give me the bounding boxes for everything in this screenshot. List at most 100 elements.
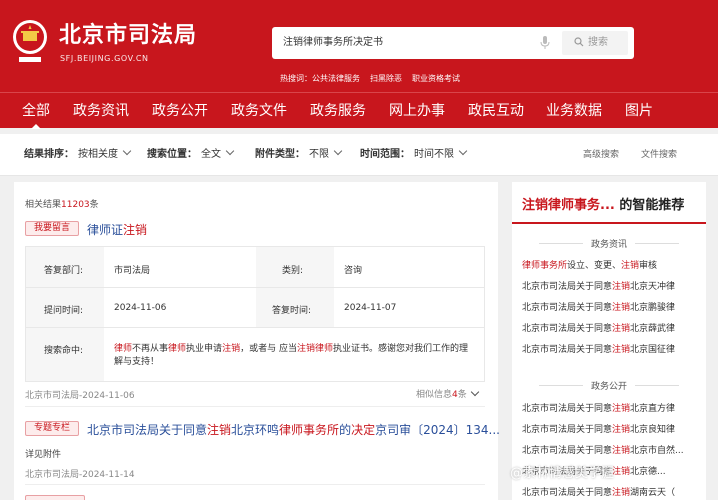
hit-part: 不再从事 <box>132 344 169 354</box>
title-highlight: 注销 <box>123 223 148 237</box>
results-panel: 相关结果11203条 我要留言 律师证注销 答复部门: 市司法局 类别: 咨询 … <box>14 182 500 500</box>
hit-label: 搜索命中: <box>44 346 84 356</box>
sort-filter[interactable]: 结果排序： 按相关度 <box>24 134 132 176</box>
tab-all[interactable]: 全部 <box>22 93 50 129</box>
item-part: 律师事务所 <box>522 261 568 271</box>
detail-table: 答复部门: 市司法局 类别: 咨询 提问时间: 2024-11-06 答复时间:… <box>25 246 485 382</box>
title-part: 北京市司法局关于同意 <box>87 423 208 437</box>
recommend-item[interactable]: 北京市司法局关于同意注销北京市自然... <box>522 443 698 456</box>
tab-interaction[interactable]: 政民互动 <box>468 93 524 129</box>
item-part: 北京薛武律 <box>630 324 676 334</box>
sort-value: 按相关度 <box>78 149 118 160</box>
filter-bar: 结果排序： 按相关度 搜索位置： 全文 附件类型： 不限 时间范围： 时间不限 高级搜索… <box>0 134 718 176</box>
item-part: 注销 <box>621 261 640 271</box>
tab-images[interactable]: 图片 <box>625 93 653 129</box>
advanced-search-link[interactable]: 高级搜索 <box>583 134 619 176</box>
type-value: 不限 <box>309 149 329 160</box>
item-part: 注销 <box>612 324 631 334</box>
position-label: 搜索位置： <box>147 149 197 160</box>
title-highlight: 注销 <box>207 423 232 437</box>
recommend-item[interactable]: 北京市司法局关于同意注销北京良知律 <box>522 422 698 435</box>
recommend-item[interactable]: 北京市司法局关于同意注销北京直方律 <box>522 401 698 414</box>
tab-data[interactable]: 业务数据 <box>546 93 602 129</box>
item-part: 北京市司法局关于同意 <box>522 324 613 334</box>
item-part: 北京直方律 <box>630 404 676 414</box>
hot-label: 热搜词： <box>280 74 312 83</box>
title-highlight: 决定 <box>351 423 376 437</box>
reply-time-label: 答复时间: <box>272 306 312 316</box>
search-button[interactable]: 搜索 <box>562 31 628 55</box>
file-search-link[interactable]: 文件搜索 <box>641 134 677 176</box>
result-title[interactable]: 北京市司法局关于同意注销北京环鸣律师事务所的决定京司审〔2024〕134... <box>87 421 500 438</box>
search-icon <box>574 37 584 47</box>
tab-services[interactable]: 政务服务 <box>310 93 366 129</box>
position-value: 全文 <box>201 149 221 160</box>
tab-online[interactable]: 网上办事 <box>389 93 445 129</box>
recommend-item[interactable]: 北京市司法局关于同意注销北京国征律 <box>522 342 698 355</box>
hot-search: 热搜词：公共法律服务 扫黑除恶 职业资格考试 <box>280 73 470 84</box>
item-part: 北京市司法局关于同意 <box>522 425 613 435</box>
divider <box>512 222 706 224</box>
hit-part: 注销 <box>222 344 241 354</box>
sidebar-title: 注销律师事务... 的智能推荐 <box>522 194 684 213</box>
reply-time-value: 2024-11-07 <box>344 303 397 313</box>
time-filter[interactable]: 时间范围： 时间不限 <box>360 134 468 176</box>
recommend-item[interactable]: 北京市司法局关于同意注销北京鹏骏律 <box>522 300 698 313</box>
tab-news[interactable]: 政务资讯 <box>73 93 129 129</box>
emblem-icon[interactable] <box>10 19 50 63</box>
result-title[interactable]: 律师证注销 <box>87 221 147 238</box>
search-button-label: 搜索 <box>588 37 608 48</box>
title-part: 京司审〔2024〕134... <box>375 423 500 437</box>
related-info-toggle[interactable]: 相似信息4条 <box>416 387 480 400</box>
site-title[interactable]: 北京市司法局 <box>59 22 197 50</box>
hot-word[interactable]: 扫黑除恶 <box>370 74 402 83</box>
item-part: 注销 <box>612 488 631 498</box>
search-input[interactable]: 注销律师事务所决定书 <box>283 27 383 59</box>
item-part: 注销 <box>612 446 631 456</box>
category-tag[interactable] <box>25 495 85 500</box>
ask-time-label: 提问时间: <box>44 306 84 316</box>
count-prefix: 相关结果 <box>25 200 62 210</box>
hit-content: 律师不再从事律师执业申请注销，或者与 应当注销律师执业证书。感谢您对我们工作的理… <box>114 343 476 369</box>
item-part: 北京市自然... <box>630 446 684 456</box>
tab-disclosure[interactable]: 政务公开 <box>152 93 208 129</box>
count-number: 11203 <box>61 200 90 210</box>
chevron-down-icon <box>470 387 480 397</box>
category-tag[interactable]: 专题专栏 <box>25 421 80 436</box>
item-part: 注销 <box>612 467 631 477</box>
microphone-icon[interactable] <box>540 36 550 50</box>
item-part: 设立、变更、 <box>567 261 622 271</box>
category-nav: 全部 政务资讯 政务公开 政务文件 政务服务 网上办事 政民互动 业务数据 图片 <box>0 92 718 129</box>
category-tag[interactable]: 我要留言 <box>25 221 80 236</box>
item-part: 注销 <box>612 303 631 313</box>
recommend-item[interactable]: 北京市司法局关于同意注销北京天冲律 <box>522 279 698 292</box>
item-part: 北京国征律 <box>630 345 676 355</box>
tab-documents[interactable]: 政务文件 <box>231 93 287 129</box>
position-filter[interactable]: 搜索位置： 全文 <box>147 134 235 176</box>
item-part: 北京天冲律 <box>630 282 676 292</box>
row-divider <box>26 287 484 288</box>
item-part: 北京市司法局关于同意 <box>522 446 613 456</box>
item-part: 北京良知律 <box>630 425 676 435</box>
recommend-item[interactable]: 北京市司法局关于同意注销北京薛武律 <box>522 321 698 334</box>
site-url: SFJ.BEIJING.GOV.CN <box>60 54 149 63</box>
category-label: 类别: <box>282 266 304 276</box>
item-part: 北京鹏骏律 <box>630 303 676 313</box>
sort-label: 结果排序： <box>24 149 74 160</box>
dept-label: 答复部门: <box>44 266 84 276</box>
hit-part: 律师 <box>168 344 187 354</box>
recommend-sidebar: 注销律师事务... 的智能推荐 政务资讯 律师事务所设立、变更、注销审核 北京市… <box>512 182 706 500</box>
chevron-down-icon <box>122 146 132 156</box>
type-filter[interactable]: 附件类型： 不限 <box>255 134 343 176</box>
time-label: 时间范围： <box>360 149 410 160</box>
divider <box>25 484 485 485</box>
hot-word[interactable]: 职业资格考试 <box>412 74 460 83</box>
category-value: 咨询 <box>344 266 363 276</box>
item-part: 注销 <box>612 282 631 292</box>
item-part: 注销 <box>612 345 631 355</box>
watermark: @索林情感美学涯 <box>510 466 615 481</box>
dept-value: 市司法局 <box>114 266 151 276</box>
recommend-item[interactable]: 律师事务所设立、变更、注销审核 <box>522 258 698 271</box>
recommend-item[interactable]: 北京市司法局关于同意注销湖南云天（ <box>522 485 698 498</box>
hot-word[interactable]: 公共法律服务 <box>312 74 360 83</box>
